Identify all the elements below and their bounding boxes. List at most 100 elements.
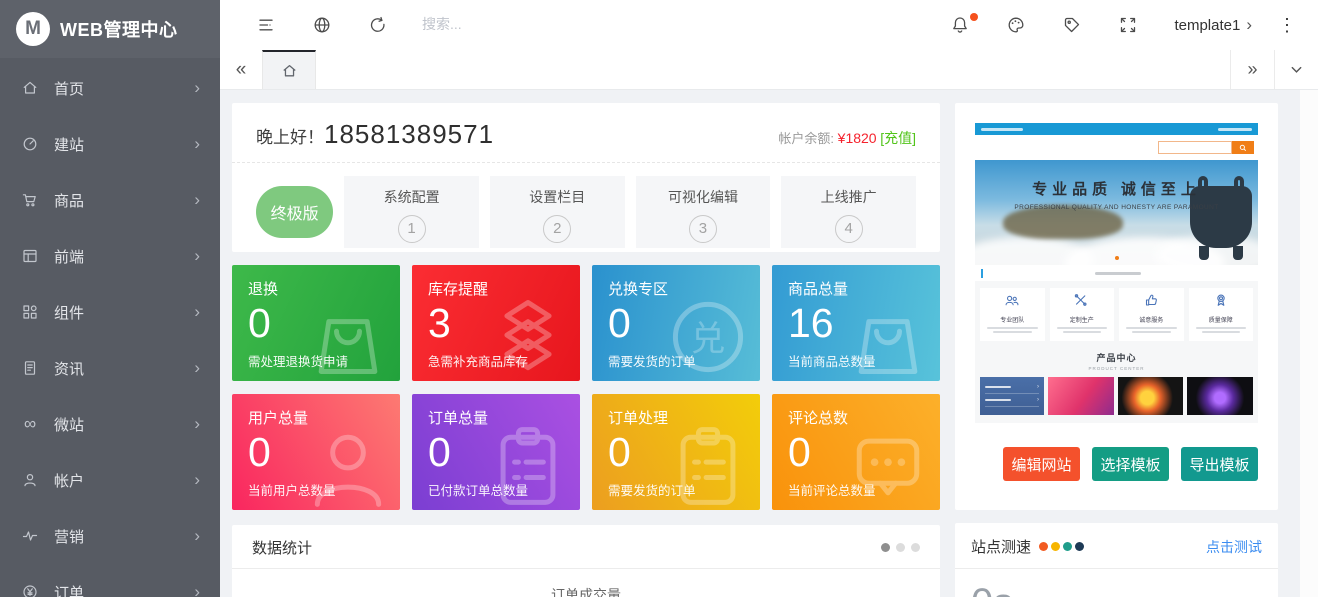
yen-circle-icon bbox=[20, 582, 40, 597]
run-speed-test-link[interactable]: 点击测试 bbox=[1206, 537, 1262, 557]
step-system-config[interactable]: 系统配置 1 bbox=[344, 176, 479, 248]
stat-card-redeem-zone[interactable]: 兑换专区 0 需要发货的订单 兑 bbox=[592, 265, 760, 381]
mini-site-body: 专业团队 定制生产 诚意服务 bbox=[975, 281, 1258, 423]
tag-icon[interactable] bbox=[1062, 15, 1082, 35]
mini-site-strip bbox=[975, 265, 1258, 281]
mini-site-hero-banner: 专业品质 诚信至上 PROFESSIONAL QUALITY AND HONES… bbox=[975, 160, 1258, 265]
recharge-link[interactable]: [充值] bbox=[880, 130, 916, 146]
stat-card-order-processing[interactable]: 订单处理 0 需要发货的订单 bbox=[592, 394, 760, 510]
stat-card-product-total[interactable]: 商品总量 16 当前商品总数量 bbox=[772, 265, 940, 381]
chevron-right-icon: › bbox=[1246, 15, 1252, 35]
mini-feature-card: 专业团队 bbox=[980, 288, 1045, 341]
globe-icon[interactable] bbox=[312, 15, 332, 35]
document-icon bbox=[20, 358, 40, 378]
mini-text-placeholder bbox=[1095, 272, 1141, 275]
template-selector[interactable]: template1 › bbox=[1174, 15, 1252, 35]
search-input[interactable] bbox=[422, 16, 682, 32]
carousel-dot[interactable] bbox=[881, 543, 890, 552]
clipboard-icon bbox=[662, 420, 754, 510]
logo-mark: M bbox=[16, 12, 50, 46]
account-balance: 帐户余额: ¥1820 [充值] bbox=[778, 128, 916, 148]
admin-dashboard: M WEB管理中心 首页 › 建站 › 商品 › 前端 › bbox=[0, 0, 1318, 597]
notification-badge bbox=[970, 13, 978, 21]
mini-text-placeholder bbox=[1063, 331, 1102, 333]
step-visual-edit[interactable]: 可视化编辑 3 bbox=[636, 176, 771, 248]
scrollbar-gutter[interactable] bbox=[1300, 90, 1318, 597]
sidebar-item-home[interactable]: 首页 › bbox=[0, 60, 220, 116]
step-number: 3 bbox=[689, 215, 717, 243]
mini-text-placeholder bbox=[993, 331, 1032, 333]
sidebar-item-account[interactable]: 帐户 › bbox=[0, 452, 220, 508]
balance-value: ¥1820 bbox=[838, 130, 877, 146]
chevron-right-icon: › bbox=[194, 526, 200, 546]
bag-icon bbox=[302, 291, 394, 381]
step-go-live[interactable]: 上线推广 4 bbox=[781, 176, 916, 248]
notification-bell-icon[interactable] bbox=[950, 15, 970, 35]
stat-card-returns[interactable]: 退换 0 需处理退换货申请 bbox=[232, 265, 400, 381]
mini-product-menu: › › bbox=[980, 377, 1044, 415]
mini-feature-card: 定制生产 bbox=[1050, 288, 1115, 341]
redeem-icon: 兑 bbox=[662, 291, 754, 381]
layout-icon bbox=[20, 246, 40, 266]
home-icon bbox=[20, 78, 40, 98]
tools-icon bbox=[1074, 293, 1089, 307]
section-title: 站点测速 bbox=[971, 536, 1031, 557]
sidebar-item-microsite[interactable]: ∞ 微站 › bbox=[0, 396, 220, 452]
fullscreen-icon[interactable] bbox=[1118, 15, 1138, 35]
mini-site-header bbox=[975, 135, 1258, 160]
mini-text-placeholder bbox=[1126, 327, 1177, 329]
sidebar-item-frontend[interactable]: 前端 › bbox=[0, 228, 220, 284]
sidebar-item-products[interactable]: 商品 › bbox=[0, 172, 220, 228]
account-number: 18581389571 bbox=[324, 119, 494, 150]
medal-icon bbox=[1214, 293, 1228, 307]
mini-text-placeholder bbox=[985, 399, 1011, 402]
tabs-scroll-right-button[interactable]: » bbox=[1230, 50, 1274, 89]
export-template-button[interactable]: 导出模板 bbox=[1181, 447, 1258, 481]
step-number: 4 bbox=[835, 215, 863, 243]
user-icon bbox=[20, 470, 40, 490]
site-speed-card: 站点测速 点击测试 0s 下载用时(秒) bbox=[955, 523, 1278, 597]
tab-home[interactable] bbox=[262, 50, 316, 89]
hero-subtitle: PROFESSIONAL QUALITY AND HONESTY ARE PAR… bbox=[975, 204, 1258, 211]
mini-products-heading: 产品中心 PRODUCT CENTER bbox=[980, 351, 1253, 371]
person-icon bbox=[302, 420, 394, 510]
mini-feature-card: 诚意服务 bbox=[1119, 288, 1184, 341]
mini-product-thumbnail bbox=[1118, 377, 1184, 415]
palette-icon[interactable] bbox=[1006, 15, 1026, 35]
mini-text-placeholder bbox=[985, 386, 1011, 389]
stat-card-user-total[interactable]: 用户总量 0 当前用户总数量 bbox=[232, 394, 400, 510]
sidebar-item-orders[interactable]: 订单 › bbox=[0, 564, 220, 597]
kebab-menu-icon[interactable]: ⋮ bbox=[1278, 15, 1296, 36]
mini-site-topbar bbox=[975, 123, 1258, 135]
sidebar-item-components[interactable]: 组件 › bbox=[0, 284, 220, 340]
mini-search-box bbox=[1158, 141, 1232, 154]
tabs-scroll-left-button[interactable]: « bbox=[220, 50, 262, 89]
choose-template-button[interactable]: 选择模板 bbox=[1092, 447, 1169, 481]
topbar: template1 › ⋮ bbox=[220, 0, 1318, 50]
carousel-dot[interactable] bbox=[911, 543, 920, 552]
hero-carousel-dot bbox=[1115, 256, 1119, 260]
balance-label: 帐户余额: bbox=[778, 131, 834, 146]
layers-icon bbox=[482, 291, 574, 381]
mini-products-row: › › bbox=[980, 377, 1253, 415]
tabs-menu-button[interactable] bbox=[1274, 50, 1318, 89]
dashed-divider bbox=[232, 162, 940, 163]
svg-text:兑: 兑 bbox=[691, 320, 726, 358]
step-set-columns[interactable]: 设置栏目 2 bbox=[490, 176, 625, 248]
mini-product-thumbnail bbox=[1048, 377, 1114, 415]
refresh-icon[interactable] bbox=[368, 15, 388, 35]
mini-feature-card: 质量保障 bbox=[1189, 288, 1254, 341]
mini-text-placeholder bbox=[981, 128, 1023, 131]
edit-site-button[interactable]: 编辑网站 bbox=[1003, 447, 1080, 481]
greeting-card: 晚上好！ 18581389571 帐户余额: ¥1820 [充值] 终极版 系统… bbox=[232, 103, 940, 252]
mini-text-placeholder bbox=[987, 327, 1038, 329]
carousel-dot[interactable] bbox=[896, 543, 905, 552]
sidebar-item-sitebuild[interactable]: 建站 › bbox=[0, 116, 220, 172]
stat-card-comment-total[interactable]: 评论总数 0 当前评论总数量 bbox=[772, 394, 940, 510]
template-actions: 编辑网站 选择模板 导出模板 bbox=[975, 447, 1258, 481]
stat-card-stock-alert[interactable]: 库存提醒 3 急需补充商品库存 bbox=[412, 265, 580, 381]
collapse-menu-icon[interactable] bbox=[256, 15, 276, 35]
sidebar-item-news[interactable]: 资讯 › bbox=[0, 340, 220, 396]
sidebar-item-marketing[interactable]: 营销 › bbox=[0, 508, 220, 564]
stat-card-order-total[interactable]: 订单总量 0 已付款订单总数量 bbox=[412, 394, 580, 510]
